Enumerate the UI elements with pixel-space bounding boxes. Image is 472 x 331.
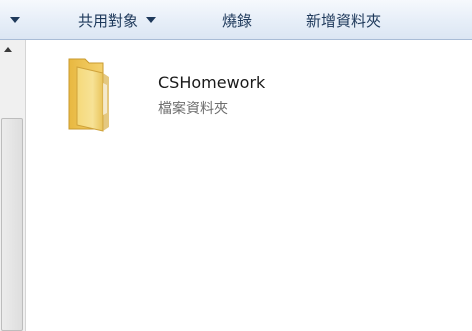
share-with-label: 共用對象 [78,11,139,30]
folder-item[interactable]: CSHomework 檔案資料夾 [63,53,323,133]
chevron-down-icon [10,17,20,23]
folder-name: CSHomework [158,73,266,92]
chevron-down-icon [146,17,157,23]
navigation-pane-scrollbar[interactable] [0,40,26,331]
file-list-pane: CSHomework 檔案資料夾 [27,41,472,331]
scroll-up-arrow-icon[interactable] [4,47,12,52]
share-with-button[interactable]: 共用對象 [78,0,157,40]
new-folder-label: 新增資料夾 [306,11,382,30]
new-folder-button[interactable]: 新增資料夾 [306,0,381,40]
burn-button[interactable]: 燒錄 [222,0,252,40]
scrollbar-thumb[interactable] [1,118,23,331]
command-bar: 共用對象 燒錄 新增資料夾 [0,0,472,40]
burn-label: 燒錄 [222,11,253,30]
folder-icon [68,58,109,132]
organize-dropdown-button[interactable] [10,0,20,40]
folder-type: 檔案資料夾 [158,101,228,117]
